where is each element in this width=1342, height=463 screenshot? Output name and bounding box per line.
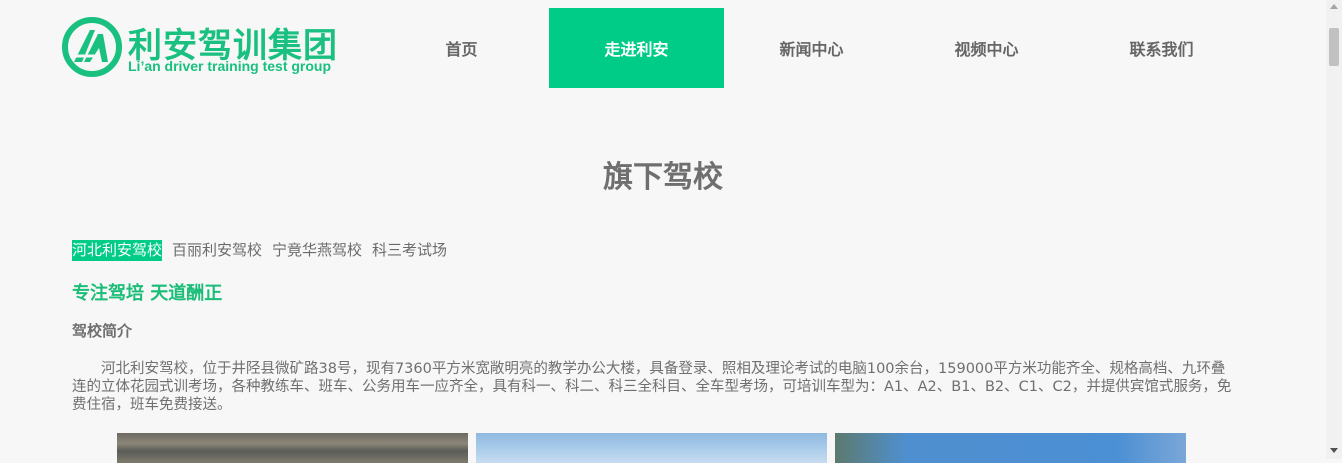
nav-item-about[interactable]: 走进利安 [549, 8, 724, 88]
tab-baili-lian[interactable]: 百丽利安驾校 [172, 240, 262, 261]
nav-item-contact[interactable]: 联系我们 [1074, 8, 1249, 88]
nav-item-home[interactable]: 首页 [374, 8, 549, 88]
scroll-down-icon[interactable] [1330, 448, 1338, 453]
nav-item-video[interactable]: 视频中心 [899, 8, 1074, 88]
intro-text: 河北利安驾校，位于井陉县微矿路38号，现有7360平方米宽敞明亮的教学办公大楼，… [72, 361, 1232, 413]
site-header: 利安驾训集团 Li’an driver training test group … [0, 0, 1326, 95]
slogan: 专注驾培 天道酬正 [72, 283, 223, 304]
tab-subject3-exam[interactable]: 科三考试场 [372, 240, 447, 261]
logo-mark-icon [62, 17, 122, 77]
section-title: 旗下驾校 [603, 160, 723, 195]
tab-ningjing-huayan[interactable]: 宁竟华燕驾校 [272, 240, 362, 261]
school-tabs: 河北利安驾校 百丽利安驾校 宁竟华燕驾校 科三考试场 [72, 240, 447, 261]
site-logo[interactable]: 利安驾训集团 Li’an driver training test group [60, 16, 350, 78]
nav-item-news[interactable]: 新闻中心 [724, 8, 899, 88]
page-scrollbar[interactable] [1326, 0, 1342, 459]
scroll-thumb[interactable] [1329, 28, 1339, 66]
logo-english-text: Li’an driver training test group [128, 58, 332, 74]
main-nav: 首页 走进利安 新闻中心 视频中心 联系我们 [374, 8, 1249, 88]
scroll-up-icon[interactable] [1330, 4, 1338, 9]
tab-hebei-lian[interactable]: 河北利安驾校 [72, 240, 163, 261]
intro-heading: 驾校简介 [72, 322, 133, 340]
